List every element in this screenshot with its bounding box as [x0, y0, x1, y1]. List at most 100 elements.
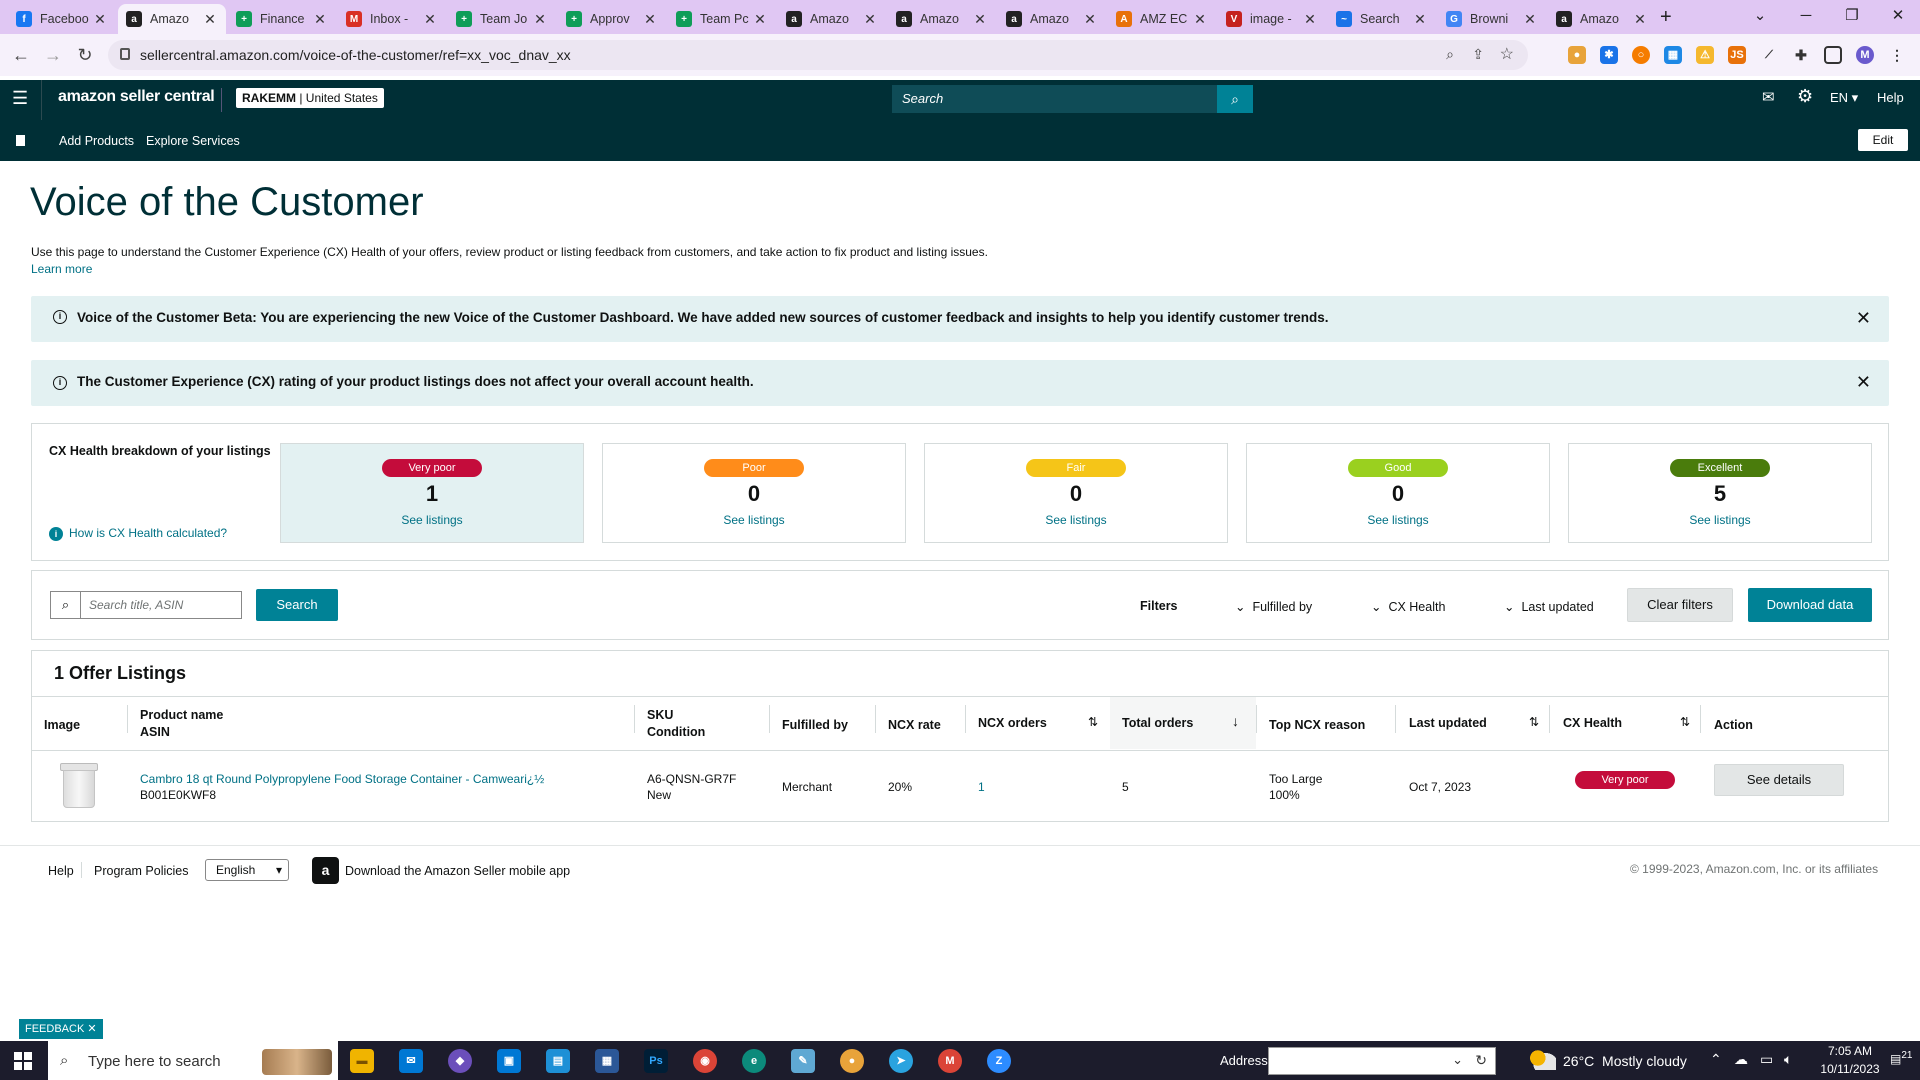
see-listings-link[interactable]: See listings: [1247, 513, 1549, 527]
feedback-button[interactable]: FEEDBACK ✕: [19, 1019, 103, 1039]
back-icon[interactable]: ←: [8, 42, 34, 68]
store-icon[interactable]: ▣: [497, 1049, 521, 1073]
learn-more-link[interactable]: Learn more: [31, 262, 92, 276]
extension-icon-3[interactable]: ○: [1632, 46, 1650, 64]
close-tab-icon[interactable]: ✕: [1522, 11, 1538, 28]
browser-tab[interactable]: + Finance ✕: [228, 4, 336, 34]
browser-tab[interactable]: M Inbox - ✕: [338, 4, 446, 34]
header-ncx-orders[interactable]: NCX orders: [978, 715, 1047, 732]
copilot-icon[interactable]: ◆: [448, 1049, 472, 1073]
chrome-profile-icon[interactable]: M: [938, 1049, 962, 1073]
clear-filters-button[interactable]: Clear filters: [1627, 588, 1733, 622]
see-listings-link[interactable]: See listings: [925, 513, 1227, 527]
telegram-icon[interactable]: ➤: [889, 1049, 913, 1073]
mail-app-icon[interactable]: ✉: [399, 1049, 423, 1073]
browser-tab[interactable]: Vimage - ✕: [1218, 4, 1326, 34]
zoom-app-icon[interactable]: Z: [987, 1049, 1011, 1073]
browser-tab[interactable]: + Approv ✕: [558, 4, 666, 34]
volume-icon[interactable]: 🔈︎: [1784, 1051, 1792, 1068]
header-search-button[interactable]: ⌕: [1217, 85, 1253, 113]
header-search-input[interactable]: Search: [892, 85, 1217, 113]
last-updated-filter[interactable]: ⌄ Last updated: [1504, 599, 1594, 614]
mobile-app-link[interactable]: Download the Amazon Seller mobile app: [345, 864, 570, 878]
fulfilled-by-filter[interactable]: ⌄ Fulfilled by: [1235, 599, 1312, 614]
sort-descending-icon[interactable]: ↓: [1232, 713, 1239, 729]
header-total-orders[interactable]: Total orders: [1122, 715, 1193, 732]
settings-gear-icon[interactable]: ⚙: [1797, 86, 1813, 107]
notepad-icon[interactable]: ✎: [791, 1049, 815, 1073]
browser-tab[interactable]: G Browni ✕: [1438, 4, 1546, 34]
chevron-down-icon[interactable]: ⌄: [1452, 1052, 1463, 1068]
cx-health-card-excellent[interactable]: Excellent 5 See listings: [1568, 443, 1872, 543]
tray-chevron-icon[interactable]: ⌃: [1710, 1051, 1722, 1068]
notification-center-icon[interactable]: ▤21: [1890, 1050, 1912, 1066]
close-tab-icon[interactable]: ✕: [1632, 11, 1648, 28]
download-data-button[interactable]: Download data: [1748, 588, 1872, 622]
close-icon[interactable]: ✕: [87, 1023, 96, 1035]
close-banner-icon[interactable]: ✕: [1856, 308, 1871, 329]
see-listings-link[interactable]: See listings: [603, 513, 905, 527]
browser-tab[interactable]: a Amazo ✕: [998, 4, 1106, 34]
language-selector[interactable]: EN ▾: [1830, 90, 1858, 106]
browser-tab[interactable]: a Amazo ✕: [1548, 4, 1656, 34]
calculator-icon[interactable]: ▦: [595, 1049, 619, 1073]
photoshop-icon[interactable]: Ps: [644, 1049, 668, 1073]
search-button[interactable]: Search: [256, 589, 338, 621]
taskbar-address-input[interactable]: ⌄ ↻: [1268, 1047, 1496, 1075]
profile-avatar[interactable]: M: [1856, 46, 1874, 64]
weather-text[interactable]: 26°C Mostly cloudy: [1563, 1053, 1687, 1069]
header-cx-health[interactable]: CX Health: [1563, 715, 1622, 732]
edge-icon[interactable]: e: [742, 1049, 766, 1073]
refresh-icon[interactable]: ↻: [1475, 1052, 1487, 1069]
close-tab-icon[interactable]: ✕: [312, 11, 328, 28]
side-panel-icon[interactable]: [1824, 46, 1842, 64]
share-icon[interactable]: ⇪: [1472, 46, 1484, 63]
close-tab-icon[interactable]: ✕: [1412, 11, 1428, 28]
close-tab-icon[interactable]: ✕: [1192, 11, 1208, 28]
nav-add-products[interactable]: Add Products: [59, 134, 134, 148]
file-explorer-icon[interactable]: ▬: [350, 1049, 374, 1073]
remote-desktop-icon[interactable]: ▤: [546, 1049, 570, 1073]
cx-health-help[interactable]: i How is CX Health calculated?: [49, 526, 227, 541]
close-banner-icon[interactable]: ✕: [1856, 372, 1871, 393]
forward-icon[interactable]: →: [40, 42, 66, 68]
close-tab-icon[interactable]: ✕: [202, 11, 218, 28]
seller-central-logo[interactable]: amazon seller central: [58, 88, 215, 106]
browser-tab[interactable]: a Amazo ✕: [888, 4, 996, 34]
close-tab-icon[interactable]: ✕: [92, 11, 108, 28]
browser-tab[interactable]: ~ Search ✕: [1328, 4, 1436, 34]
footer-program-policies-link[interactable]: Program Policies: [94, 864, 188, 878]
amazon-app-icon[interactable]: a: [312, 857, 339, 884]
browser-tab[interactable]: a Amazo ✕: [118, 4, 226, 34]
see-details-button[interactable]: See details: [1714, 764, 1844, 796]
cx-health-card-fair[interactable]: Fair 0 See listings: [924, 443, 1228, 543]
edit-nav-button[interactable]: Edit: [1858, 129, 1908, 151]
nav-explore-services[interactable]: Explore Services: [146, 134, 240, 148]
browser-tab[interactable]: + Team Pc ✕: [668, 4, 776, 34]
bookmark-icon[interactable]: [16, 135, 25, 146]
mascot-app-icon[interactable]: ●: [840, 1049, 864, 1073]
onedrive-icon[interactable]: ☁: [1734, 1051, 1748, 1068]
browser-tab[interactable]: f Faceboo ✕: [8, 4, 116, 34]
extension-icon-7[interactable]: ⟋: [1760, 46, 1778, 64]
bookmark-star-icon[interactable]: ☆: [1500, 44, 1514, 64]
tab-search-icon[interactable]: ⌄: [1740, 4, 1780, 28]
close-tab-icon[interactable]: ✕: [862, 11, 878, 28]
close-tab-icon[interactable]: ✕: [1302, 11, 1318, 28]
listing-search-input[interactable]: Search title, ASIN: [80, 591, 242, 619]
cx-health-card-very-poor[interactable]: Very poor 1 See listings: [280, 443, 584, 543]
cx-health-filter[interactable]: ⌄ CX Health: [1371, 599, 1445, 614]
sort-icon[interactable]: ⇅: [1680, 715, 1690, 729]
chrome-icon[interactable]: ◉: [693, 1049, 717, 1073]
browser-menu-icon[interactable]: ⋮: [1888, 46, 1906, 64]
browser-tab[interactable]: a Amazo ✕: [778, 4, 886, 34]
ncx-orders-link[interactable]: 1: [978, 779, 985, 795]
footer-help-link[interactable]: Help: [48, 864, 74, 878]
mail-icon[interactable]: ✉: [1762, 88, 1775, 106]
cx-health-help-link[interactable]: How is CX Health calculated?: [69, 526, 227, 540]
extension-icon-js[interactable]: JS: [1728, 46, 1746, 64]
maximize-icon[interactable]: ❐: [1832, 4, 1872, 28]
sort-icon[interactable]: ⇅: [1088, 715, 1098, 729]
clock-date[interactable]: 10/11/2023: [1810, 1062, 1890, 1076]
windows-start-icon[interactable]: [14, 1052, 32, 1070]
